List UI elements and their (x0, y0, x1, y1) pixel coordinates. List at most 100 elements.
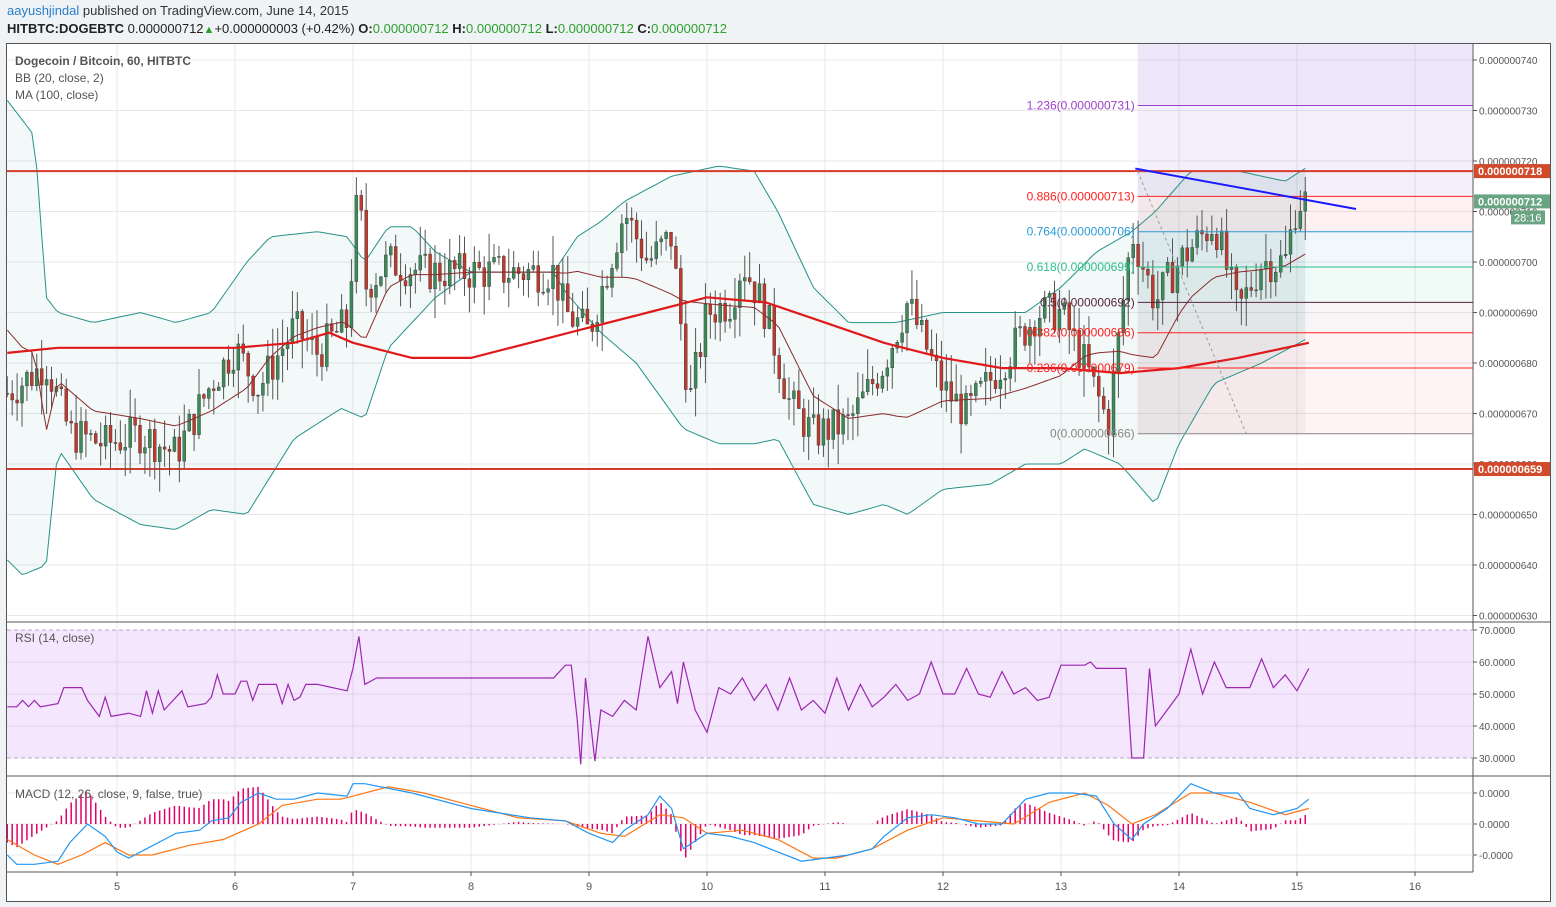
open-value: 0.000000712 (372, 21, 449, 36)
candle-body (585, 308, 590, 325)
candle-body (969, 393, 973, 396)
candle-body (743, 277, 747, 282)
candle-body (679, 268, 683, 325)
low-value: 0.000000712 (557, 21, 634, 36)
time-axis-label: 14 (1173, 881, 1185, 893)
candle-body (128, 417, 132, 448)
candle-body (747, 277, 752, 282)
candle-body (393, 246, 398, 276)
candle-body (1097, 376, 1101, 397)
candle-body (1249, 287, 1253, 291)
candle-body (216, 386, 221, 391)
candle-body (143, 447, 147, 454)
candle-body (639, 238, 644, 259)
candle-body (1160, 272, 1165, 300)
candle-body (1215, 234, 1219, 251)
candle-body (875, 383, 880, 389)
candle-body (536, 265, 540, 293)
candle-body (389, 246, 393, 256)
candle-body (767, 305, 772, 329)
candle-body (354, 195, 359, 282)
candle-body (988, 372, 993, 381)
candle-body (531, 265, 536, 270)
last-price: 0.000000712 (127, 21, 204, 36)
candle-body (207, 388, 211, 399)
candle-body (713, 314, 717, 323)
candle-body (792, 390, 796, 399)
up-arrow-icon: ▲ (203, 24, 215, 36)
candle-body (1224, 230, 1229, 270)
candle-body (300, 311, 304, 340)
countdown-text: 28:16 (1514, 212, 1542, 224)
candle-body (15, 399, 19, 404)
price-axis-label: 0.000000690 (1479, 309, 1538, 320)
candle-body (1303, 191, 1307, 212)
candle-body (831, 409, 835, 440)
close-label: C: (637, 21, 652, 36)
candle-body (108, 425, 113, 443)
candle-body (983, 372, 988, 382)
candle-body (861, 391, 865, 398)
candle-body (1003, 378, 1008, 381)
candle-body (910, 298, 914, 304)
close-value: 0.000000712 (651, 21, 728, 36)
candle-body (325, 323, 329, 367)
candle-body (423, 253, 427, 256)
candle-body (924, 319, 929, 350)
candle-body (457, 253, 462, 269)
candle-body (1283, 253, 1288, 256)
price-axis-label: 0.000000630 (1479, 612, 1538, 623)
candle-body (89, 433, 93, 435)
candle-body (349, 281, 354, 328)
candle-body (467, 278, 472, 288)
candle-body (339, 309, 344, 333)
time-axis-label: 7 (350, 881, 356, 893)
candle-body (1175, 265, 1180, 293)
candle-body (98, 442, 103, 447)
candle-body (782, 378, 786, 399)
candle-body (1274, 271, 1278, 283)
candle-body (698, 352, 703, 357)
rsi-legend: RSI (14, close) (15, 631, 95, 645)
candle-body (654, 241, 658, 259)
candle-body (728, 318, 732, 322)
candle-body (546, 288, 550, 293)
macd-legend: MACD (12, 26, close, 9, false, true) (15, 787, 203, 801)
candle-body (1185, 247, 1189, 262)
candle-body (133, 417, 137, 426)
candle-body (74, 422, 78, 453)
time-axis-label: 5 (114, 881, 120, 893)
author-link[interactable]: aayushjindal (7, 3, 79, 18)
high-value: 0.000000712 (466, 21, 542, 36)
candle-body (49, 379, 54, 392)
candle-body (1298, 210, 1303, 229)
candle-body (226, 359, 231, 374)
candle-body (148, 429, 152, 448)
candle-body (197, 394, 201, 435)
time-axis-label: 15 (1291, 881, 1303, 893)
candle-body (507, 278, 511, 283)
candle-body (103, 425, 108, 447)
candle-body (261, 383, 265, 396)
candle-body (1131, 244, 1135, 258)
high-label: H: (452, 21, 467, 36)
price-axis-label: 0.000000680 (1479, 359, 1538, 370)
candle-body (403, 280, 408, 287)
candle-body (187, 414, 191, 432)
candle-body (69, 420, 73, 424)
time-axis-label: 12 (937, 881, 949, 893)
time-axis-label: 16 (1409, 881, 1421, 893)
candle-body (443, 280, 447, 287)
candle-body (920, 319, 924, 325)
candle-body (556, 265, 560, 301)
time-axis-label: 13 (1055, 881, 1067, 893)
candle-body (979, 380, 983, 384)
fib-zone (1137, 44, 1473, 106)
chart-canvas[interactable]: 1.236(0.000000731) 0.886(0.000000713) 0.76… (7, 44, 1550, 901)
price-axis-label: 0.000000670 (1479, 410, 1538, 421)
chart-panel[interactable]: 1.236(0.000000731) 0.886(0.000000713) 0.76… (6, 43, 1551, 902)
candle-body (477, 262, 481, 268)
candle-body (1146, 268, 1150, 276)
candle-body (615, 252, 619, 269)
candle-body (1190, 247, 1194, 262)
